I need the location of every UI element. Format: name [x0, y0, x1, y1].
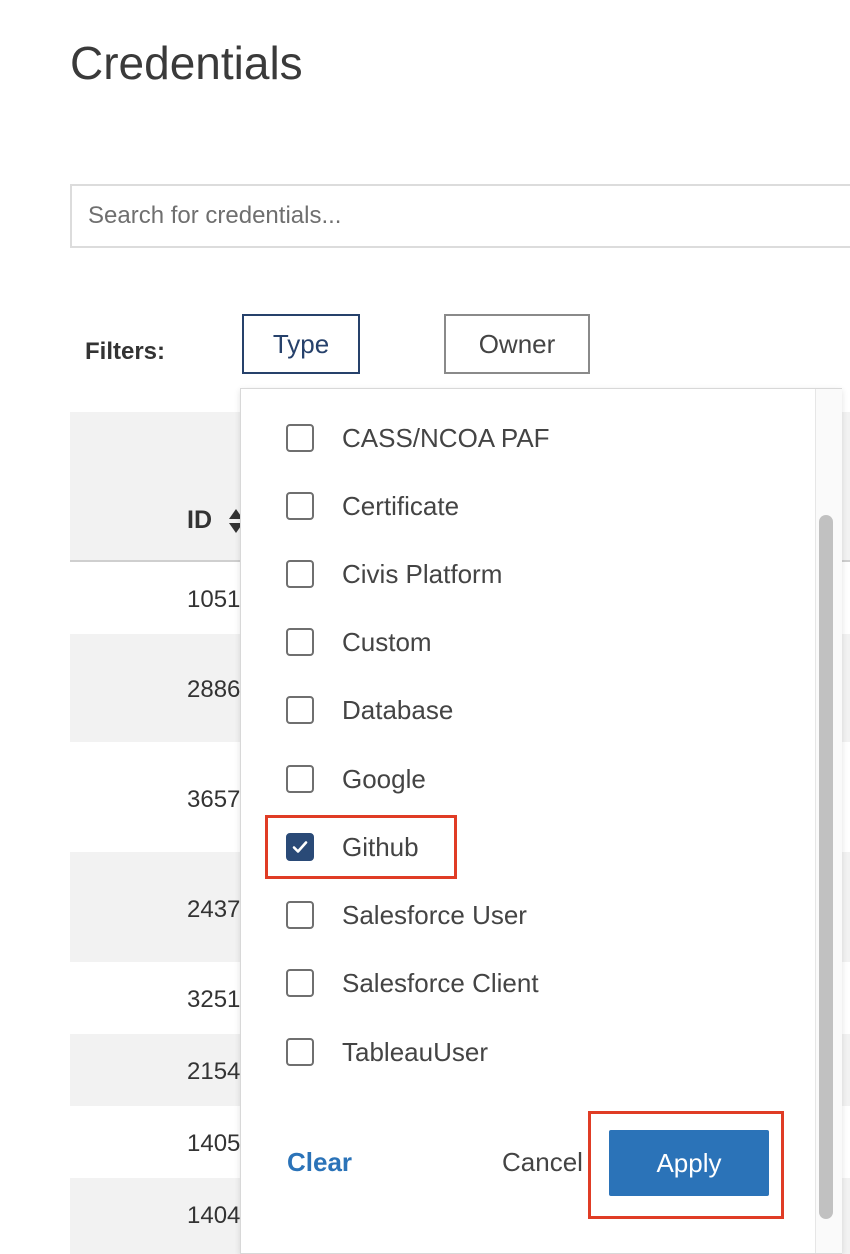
apply-button[interactable]: Apply: [609, 1130, 769, 1196]
type-filter-dropdown: CASS/NCOA PAF Certificate Civis Platform…: [240, 388, 842, 1254]
checkbox[interactable]: [286, 560, 314, 588]
id-cell: 2886: [187, 676, 241, 703]
option-cass-ncoa-paf[interactable]: CASS/NCOA PAF: [286, 418, 550, 458]
option-salesforce-user[interactable]: Salesforce User: [286, 895, 527, 935]
checkbox[interactable]: [286, 1038, 314, 1066]
checkbox[interactable]: [286, 424, 314, 452]
option-label: Certificate: [342, 490, 460, 521]
cancel-button[interactable]: Cancel: [502, 1147, 583, 1178]
owner-filter-button[interactable]: Owner: [444, 314, 590, 374]
option-salesforce-client[interactable]: Salesforce Client: [286, 963, 539, 1003]
id-cell: 1404: [187, 1202, 241, 1229]
option-label: Civis Platform: [342, 558, 503, 589]
option-label: Salesforce Client: [342, 967, 539, 998]
github-highlight-box: [265, 815, 457, 879]
option-database[interactable]: Database: [286, 690, 453, 730]
search-input[interactable]: [70, 184, 850, 248]
checkbox[interactable]: [286, 765, 314, 793]
option-google[interactable]: Google: [286, 759, 426, 799]
id-cell: 1051: [187, 586, 241, 613]
checkbox[interactable]: [286, 628, 314, 656]
id-cell: 3251: [187, 986, 241, 1013]
checkbox[interactable]: [286, 696, 314, 724]
checkbox[interactable]: [286, 492, 314, 520]
option-custom[interactable]: Custom: [286, 622, 432, 662]
option-civis-platform[interactable]: Civis Platform: [286, 554, 502, 594]
id-cell: 1405: [187, 1130, 241, 1157]
id-cell: 2437: [187, 896, 241, 923]
type-filter-button[interactable]: Type: [242, 314, 360, 374]
option-label: CASS/NCOA PAF: [342, 422, 550, 453]
id-column-header[interactable]: ID: [187, 506, 212, 535]
scrollbar-thumb[interactable]: [819, 515, 833, 1219]
option-label: Salesforce User: [342, 899, 527, 930]
option-label: TableauUser: [342, 1036, 488, 1067]
option-tableauuser[interactable]: TableauUser: [286, 1032, 488, 1072]
filters-label: Filters:: [85, 338, 166, 365]
id-cell: 2154: [187, 1058, 241, 1085]
checkbox[interactable]: [286, 901, 314, 929]
id-cell: 3657: [187, 786, 241, 813]
option-label: Google: [342, 763, 426, 794]
option-certificate[interactable]: Certificate: [286, 486, 459, 526]
clear-button[interactable]: Clear: [287, 1147, 352, 1178]
checkbox[interactable]: [286, 969, 314, 997]
option-label: Database: [342, 694, 454, 725]
page-title: Credentials: [70, 37, 303, 89]
option-label: Custom: [342, 626, 432, 657]
